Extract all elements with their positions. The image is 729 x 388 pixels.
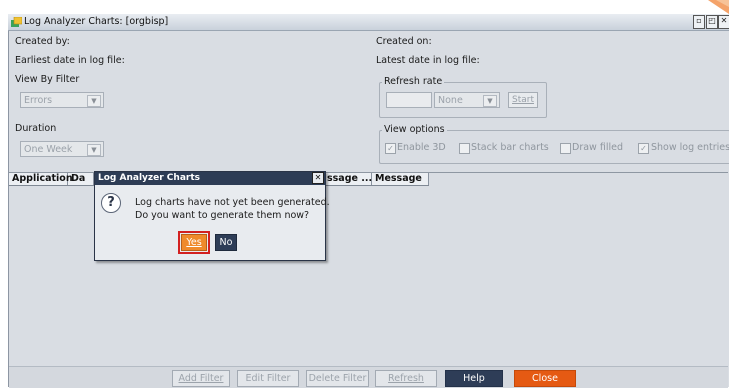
dialog-message-line1: Log charts have not yet been generated.	[135, 197, 330, 208]
created-by-label: Created by:	[15, 36, 70, 47]
refresh-button[interactable]: Refresh	[375, 370, 437, 387]
refresh-unit-select[interactable]: None ▼	[434, 92, 500, 108]
column-message-type[interactable]: ssage ...	[324, 173, 372, 185]
show-log-entries-checkbox[interactable]: ✓	[638, 143, 649, 154]
help-button[interactable]: Help	[445, 370, 503, 387]
start-button[interactable]: Start	[508, 92, 538, 108]
column-date[interactable]: Da	[68, 173, 94, 185]
add-filter-button[interactable]: Add Filter	[172, 370, 230, 387]
chevron-down-icon: ▼	[87, 95, 101, 107]
restore-icon[interactable]: ▫	[693, 15, 705, 29]
view-by-filter-select[interactable]: Errors ▼	[20, 92, 104, 108]
draw-filled-checkbox[interactable]	[560, 143, 571, 154]
created-on-label: Created on:	[376, 36, 432, 47]
earliest-date-label: Earliest date in log file:	[15, 55, 125, 66]
edit-filter-button[interactable]: Edit Filter	[237, 370, 299, 387]
column-application[interactable]: Application	[9, 173, 73, 185]
maximize-icon[interactable]: ◰	[706, 15, 718, 29]
stack-bar-label: Stack bar charts	[471, 142, 549, 153]
refresh-unit-value: None	[438, 95, 463, 106]
enable-3d-checkbox[interactable]: ✓	[385, 143, 396, 154]
yes-button[interactable]: Yes	[178, 231, 210, 254]
stack-bar-checkbox[interactable]	[459, 143, 470, 154]
duration-select[interactable]: One Week ▼	[20, 141, 104, 157]
column-message[interactable]: Message	[372, 173, 429, 185]
dialog-message-line2: Do you want to generate them now?	[135, 210, 310, 221]
close-icon[interactable]: ✕	[718, 15, 729, 29]
duration-label: Duration	[15, 123, 57, 134]
window-title: Log Analyzer Charts: [orgbisp]	[24, 16, 169, 27]
close-button[interactable]: Close	[514, 370, 576, 387]
duration-value: One Week	[24, 144, 73, 155]
view-by-filter-value: Errors	[24, 95, 53, 106]
chevron-down-icon: ▼	[87, 144, 101, 156]
no-button[interactable]: No	[215, 234, 237, 251]
show-log-entries-label: Show log entries	[651, 142, 729, 153]
delete-filter-button[interactable]: Delete Filter	[306, 370, 369, 387]
latest-date-label: Latest date in log file:	[376, 55, 480, 66]
chevron-down-icon: ▼	[483, 95, 497, 107]
enable-3d-label: Enable 3D	[397, 142, 446, 153]
question-icon: ?	[101, 193, 121, 213]
view-by-filter-label: View By Filter	[15, 74, 80, 85]
dialog-close-icon[interactable]: ✕	[312, 172, 324, 184]
dialog-title: Log Analyzer Charts	[95, 172, 325, 185]
refresh-rate-legend: Refresh rate	[382, 76, 445, 87]
draw-filled-label: Draw filled	[572, 142, 623, 153]
app-icon	[11, 17, 22, 27]
refresh-rate-input[interactable]	[386, 92, 432, 108]
view-options-legend: View options	[382, 124, 447, 135]
